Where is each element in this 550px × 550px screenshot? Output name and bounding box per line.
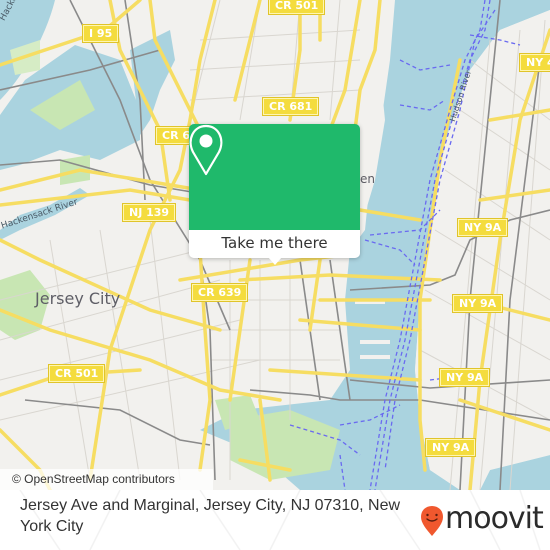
road-shield-cr501-bottom: CR 501 xyxy=(49,365,105,382)
moovit-pin-icon xyxy=(421,506,443,536)
popup-pointer xyxy=(268,257,282,265)
map-attribution[interactable]: © OpenStreetMap contributors xyxy=(0,469,213,490)
map-pin-icon xyxy=(189,124,223,176)
road-shield-i95: I 95 xyxy=(83,25,119,42)
road-shield-ny9a-1: NY 9A xyxy=(458,219,508,236)
road-shield-ny9a-4: NY 9A xyxy=(426,439,476,456)
moovit-logo[interactable]: moovit xyxy=(420,501,544,536)
road-shield-ny9a-2: NY 9A xyxy=(453,295,503,312)
road-shield-cr639: CR 639 xyxy=(192,284,248,301)
road-shield-nj139: NJ 139 xyxy=(123,204,176,221)
location-popup: Take me there xyxy=(189,124,360,265)
road-shield-ny9a-3: NY 9A xyxy=(440,369,490,386)
popup-header xyxy=(189,124,360,230)
road-shield-ny4x: NY 4 xyxy=(520,54,550,71)
moovit-wordmark: moovit xyxy=(445,501,544,536)
road-shield-cr681: CR 681 xyxy=(263,98,319,115)
map[interactable]: Jersey City en Hackensack Hackensack Riv… xyxy=(0,0,550,490)
place-label-hoboken: en xyxy=(360,172,375,186)
take-me-there-button[interactable]: Take me there xyxy=(189,230,360,258)
address-text: Jersey Ave and Marginal, Jersey City, NJ… xyxy=(20,497,401,535)
place-label-jersey-city: Jersey City xyxy=(35,289,121,308)
road-shield-cr501-top: CR 501 xyxy=(269,0,325,14)
